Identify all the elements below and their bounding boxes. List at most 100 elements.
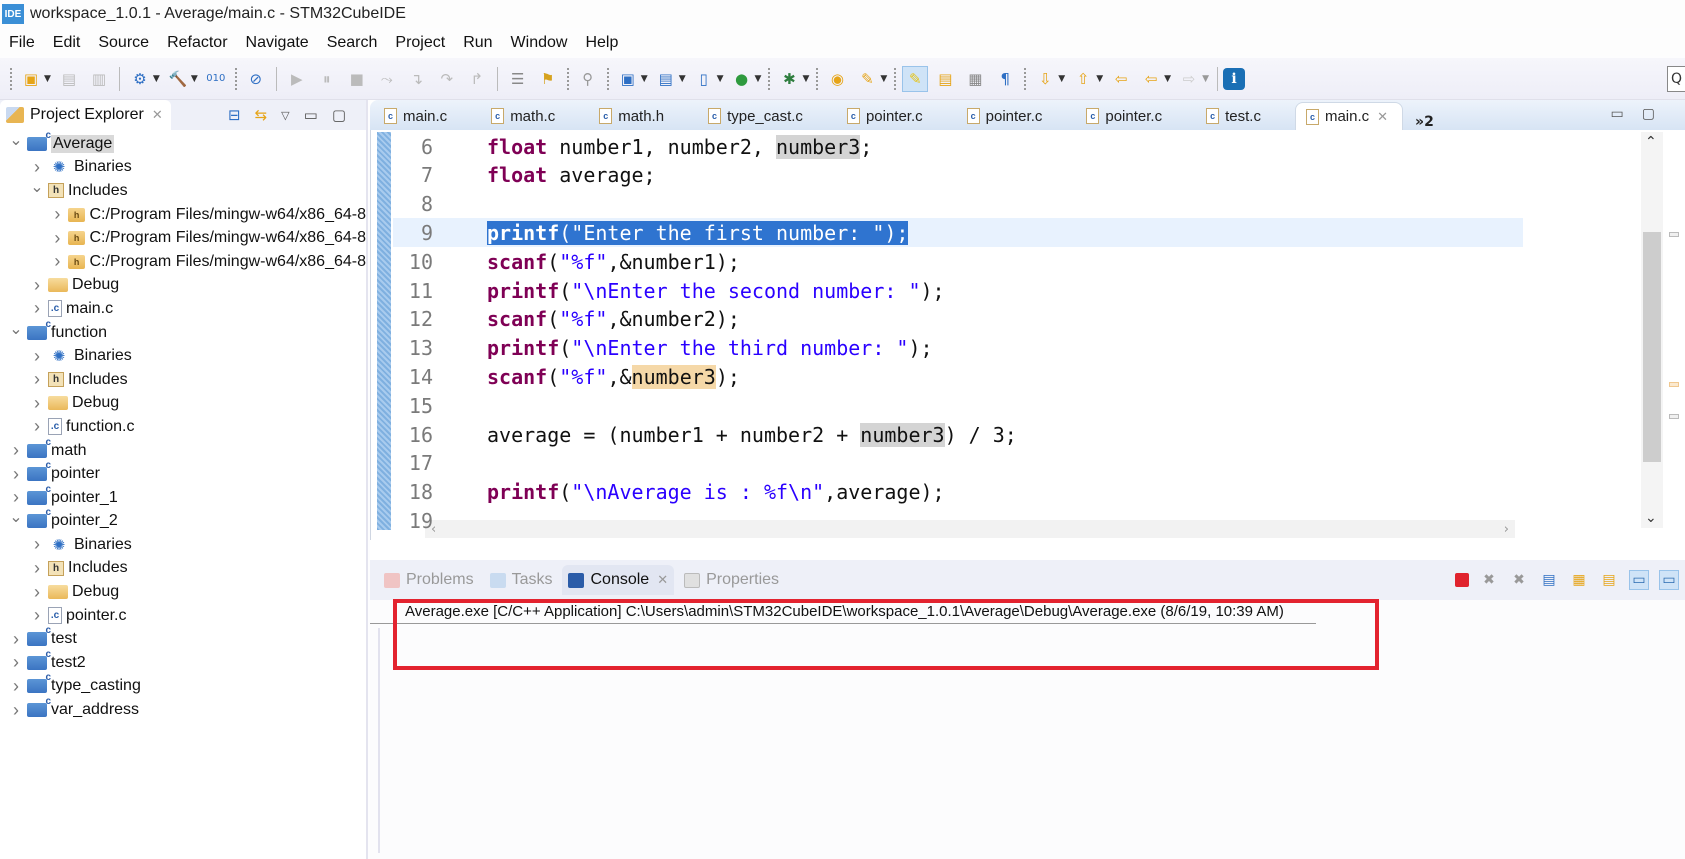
- chevron-right-icon[interactable]: ›: [8, 464, 24, 485]
- tree-item-binaries[interactable]: › ✺ Binaries: [0, 344, 366, 368]
- chevron-right-icon[interactable]: ›: [8, 440, 24, 461]
- tree-item-project[interactable]: › pointer_1: [0, 484, 366, 510]
- step-into-icon[interactable]: ↴: [404, 66, 430, 92]
- editor-tab[interactable]: c main.c: [374, 102, 461, 130]
- editor-tab[interactable]: c math.c: [481, 102, 569, 130]
- new-dropdown-icon[interactable]: ▼: [44, 74, 51, 84]
- tree-item-project[interactable]: › test: [0, 625, 366, 651]
- write-occurrence-marker[interactable]: [1669, 382, 1679, 387]
- code-line[interactable]: 11 printf("\nEnter the second number: ");: [393, 276, 1523, 305]
- new-c-file-icon[interactable]: ▯: [691, 66, 717, 92]
- project-explorer-tab[interactable]: Project Explorer ✕: [0, 100, 171, 130]
- tree-item-binaries[interactable]: › ✺ Binaries: [0, 156, 366, 180]
- chevron-right-icon[interactable]: ›: [50, 251, 65, 272]
- back-icon[interactable]: ⇦: [1138, 66, 1164, 92]
- tree-item-folder[interactable]: › Debug: [0, 274, 366, 298]
- tab-overflow-button[interactable]: »2: [1415, 114, 1434, 130]
- scroll-up-icon[interactable]: ⌃: [1645, 134, 1657, 150]
- tab-problems[interactable]: Problems: [378, 565, 480, 595]
- device-config-icon[interactable]: ⚲: [575, 66, 601, 92]
- tree-item-project[interactable]: ⌄ pointer_2: [0, 507, 366, 534]
- editor-tab[interactable]: c pointer.c: [1076, 102, 1176, 130]
- menu-search[interactable]: Search: [326, 34, 379, 52]
- last-edit-location-icon[interactable]: ⇦: [1108, 66, 1134, 92]
- menu-project[interactable]: Project: [394, 34, 446, 52]
- forward-icon[interactable]: ⇨: [1176, 66, 1202, 92]
- chevron-right-icon[interactable]: ›: [8, 652, 24, 673]
- code-line[interactable]: 16 average = (number1 + number2 + number3…: [393, 420, 1523, 449]
- menu-file[interactable]: File: [8, 34, 36, 52]
- new-class-icon[interactable]: ●: [729, 66, 755, 92]
- debug-bug-icon[interactable]: ✱: [776, 66, 802, 92]
- manage-configurations-dropdown-icon[interactable]: ▼: [153, 74, 160, 84]
- tree-item-project[interactable]: › var_address: [0, 696, 366, 722]
- chevron-right-icon[interactable]: ›: [29, 416, 45, 437]
- code-line[interactable]: 17: [393, 449, 1523, 478]
- skip-breakpoints-icon[interactable]: ⊘: [243, 66, 269, 92]
- build-dropdown-icon[interactable]: ▼: [191, 74, 198, 84]
- binary-file-icon[interactable]: 010: [203, 66, 229, 92]
- save-all-icon[interactable]: ▥: [86, 66, 112, 92]
- menu-run[interactable]: Run: [462, 34, 493, 52]
- tree-item-include-dir[interactable]: › h C:/Program Files/mingw-w64/x86_64-8: [0, 226, 366, 250]
- chevron-right-icon[interactable]: ›: [8, 700, 24, 721]
- chevron-right-icon[interactable]: ›: [29, 534, 45, 555]
- suspend-icon[interactable]: ⏸: [314, 66, 340, 92]
- new-class-dropdown-icon[interactable]: ▼: [755, 74, 762, 84]
- tree-item-cfile[interactable]: › .c function.c: [0, 415, 366, 439]
- chevron-right-icon[interactable]: ›: [50, 228, 65, 249]
- code-line[interactable]: 13 printf("\nEnter the third number: ");: [393, 334, 1523, 363]
- editor-tab[interactable]: c pointer.c: [837, 102, 937, 130]
- clear-console-icon[interactable]: ▤: [1539, 570, 1559, 590]
- editor-tab[interactable]: c math.h: [589, 102, 678, 130]
- next-annotation-dropdown-icon[interactable]: ▼: [1058, 74, 1065, 84]
- tree-item-project[interactable]: › type_casting: [0, 672, 366, 699]
- menu-navigate[interactable]: Navigate: [245, 34, 310, 52]
- chevron-down-icon[interactable]: ⌄: [8, 130, 24, 150]
- show-console-output-icon[interactable]: ▭: [1629, 570, 1649, 590]
- editor-tab[interactable]: c type_cast.c: [698, 102, 817, 130]
- step-over-icon[interactable]: ↷: [434, 66, 460, 92]
- chevron-right-icon[interactable]: ›: [8, 676, 24, 697]
- open-type-icon[interactable]: ◉: [824, 66, 850, 92]
- chevron-right-icon[interactable]: ›: [29, 393, 45, 414]
- tab-tasks[interactable]: Tasks: [484, 565, 559, 595]
- save-icon[interactable]: ▤: [56, 66, 82, 92]
- code-line[interactable]: 14 scanf("%f",&number3);: [393, 362, 1523, 391]
- chevron-right-icon[interactable]: ›: [29, 558, 45, 579]
- menu-source[interactable]: Source: [97, 34, 150, 52]
- debug-dropdown-icon[interactable]: ▼: [802, 74, 809, 84]
- menu-edit[interactable]: Edit: [52, 34, 82, 52]
- tree-item-cfile[interactable]: › .c pointer.c: [0, 604, 366, 628]
- tab-console[interactable]: Console ✕: [562, 565, 675, 595]
- editor-tab[interactable]: c pointer.c: [957, 102, 1057, 130]
- scroll-down-icon[interactable]: ⌄: [1645, 510, 1657, 526]
- chevron-right-icon[interactable]: ›: [29, 582, 45, 603]
- toggle-mark-occurrences-icon[interactable]: ✎: [902, 65, 929, 92]
- new-folder-icon[interactable]: ▤: [653, 66, 679, 92]
- code-line[interactable]: 10 scanf("%f",&number1);: [393, 247, 1523, 276]
- new-c-project-icon[interactable]: ▣: [615, 66, 641, 92]
- quick-access-search[interactable]: Q: [1667, 66, 1685, 92]
- chevron-right-icon[interactable]: ›: [8, 487, 24, 508]
- tree-item-includes[interactable]: ⌄ h Includes: [0, 179, 366, 203]
- new-icon[interactable]: ▣: [18, 66, 44, 92]
- scrollbar-thumb[interactable]: [1643, 232, 1661, 462]
- tree-item-project[interactable]: ⌄ Average: [0, 130, 366, 156]
- collapse-all-icon[interactable]: ⊟: [228, 106, 241, 124]
- chevron-right-icon[interactable]: ›: [29, 275, 45, 296]
- code-line[interactable]: 6 float number1, number2, number3;: [393, 132, 1523, 161]
- remove-launch-icon[interactable]: ✖: [1479, 570, 1499, 590]
- search-pen-icon[interactable]: ✎: [854, 66, 880, 92]
- show-console-error-icon[interactable]: ▭: [1659, 570, 1679, 590]
- terminate-icon[interactable]: ■: [344, 66, 370, 92]
- tree-item-includes[interactable]: › h Includes: [0, 368, 366, 392]
- chevron-down-icon[interactable]: ⌄: [29, 177, 45, 197]
- tree-item-include-dir[interactable]: › h C:/Program Files/mingw-w64/x86_64-8: [0, 250, 366, 274]
- console-output[interactable]: [378, 628, 1678, 853]
- block-selection-icon[interactable]: ▦: [962, 66, 988, 92]
- chevron-down-icon[interactable]: ⌄: [8, 319, 24, 339]
- code-line[interactable]: 19: [393, 506, 1523, 535]
- menu-help[interactable]: Help: [584, 34, 619, 52]
- close-icon[interactable]: ✕: [152, 107, 163, 123]
